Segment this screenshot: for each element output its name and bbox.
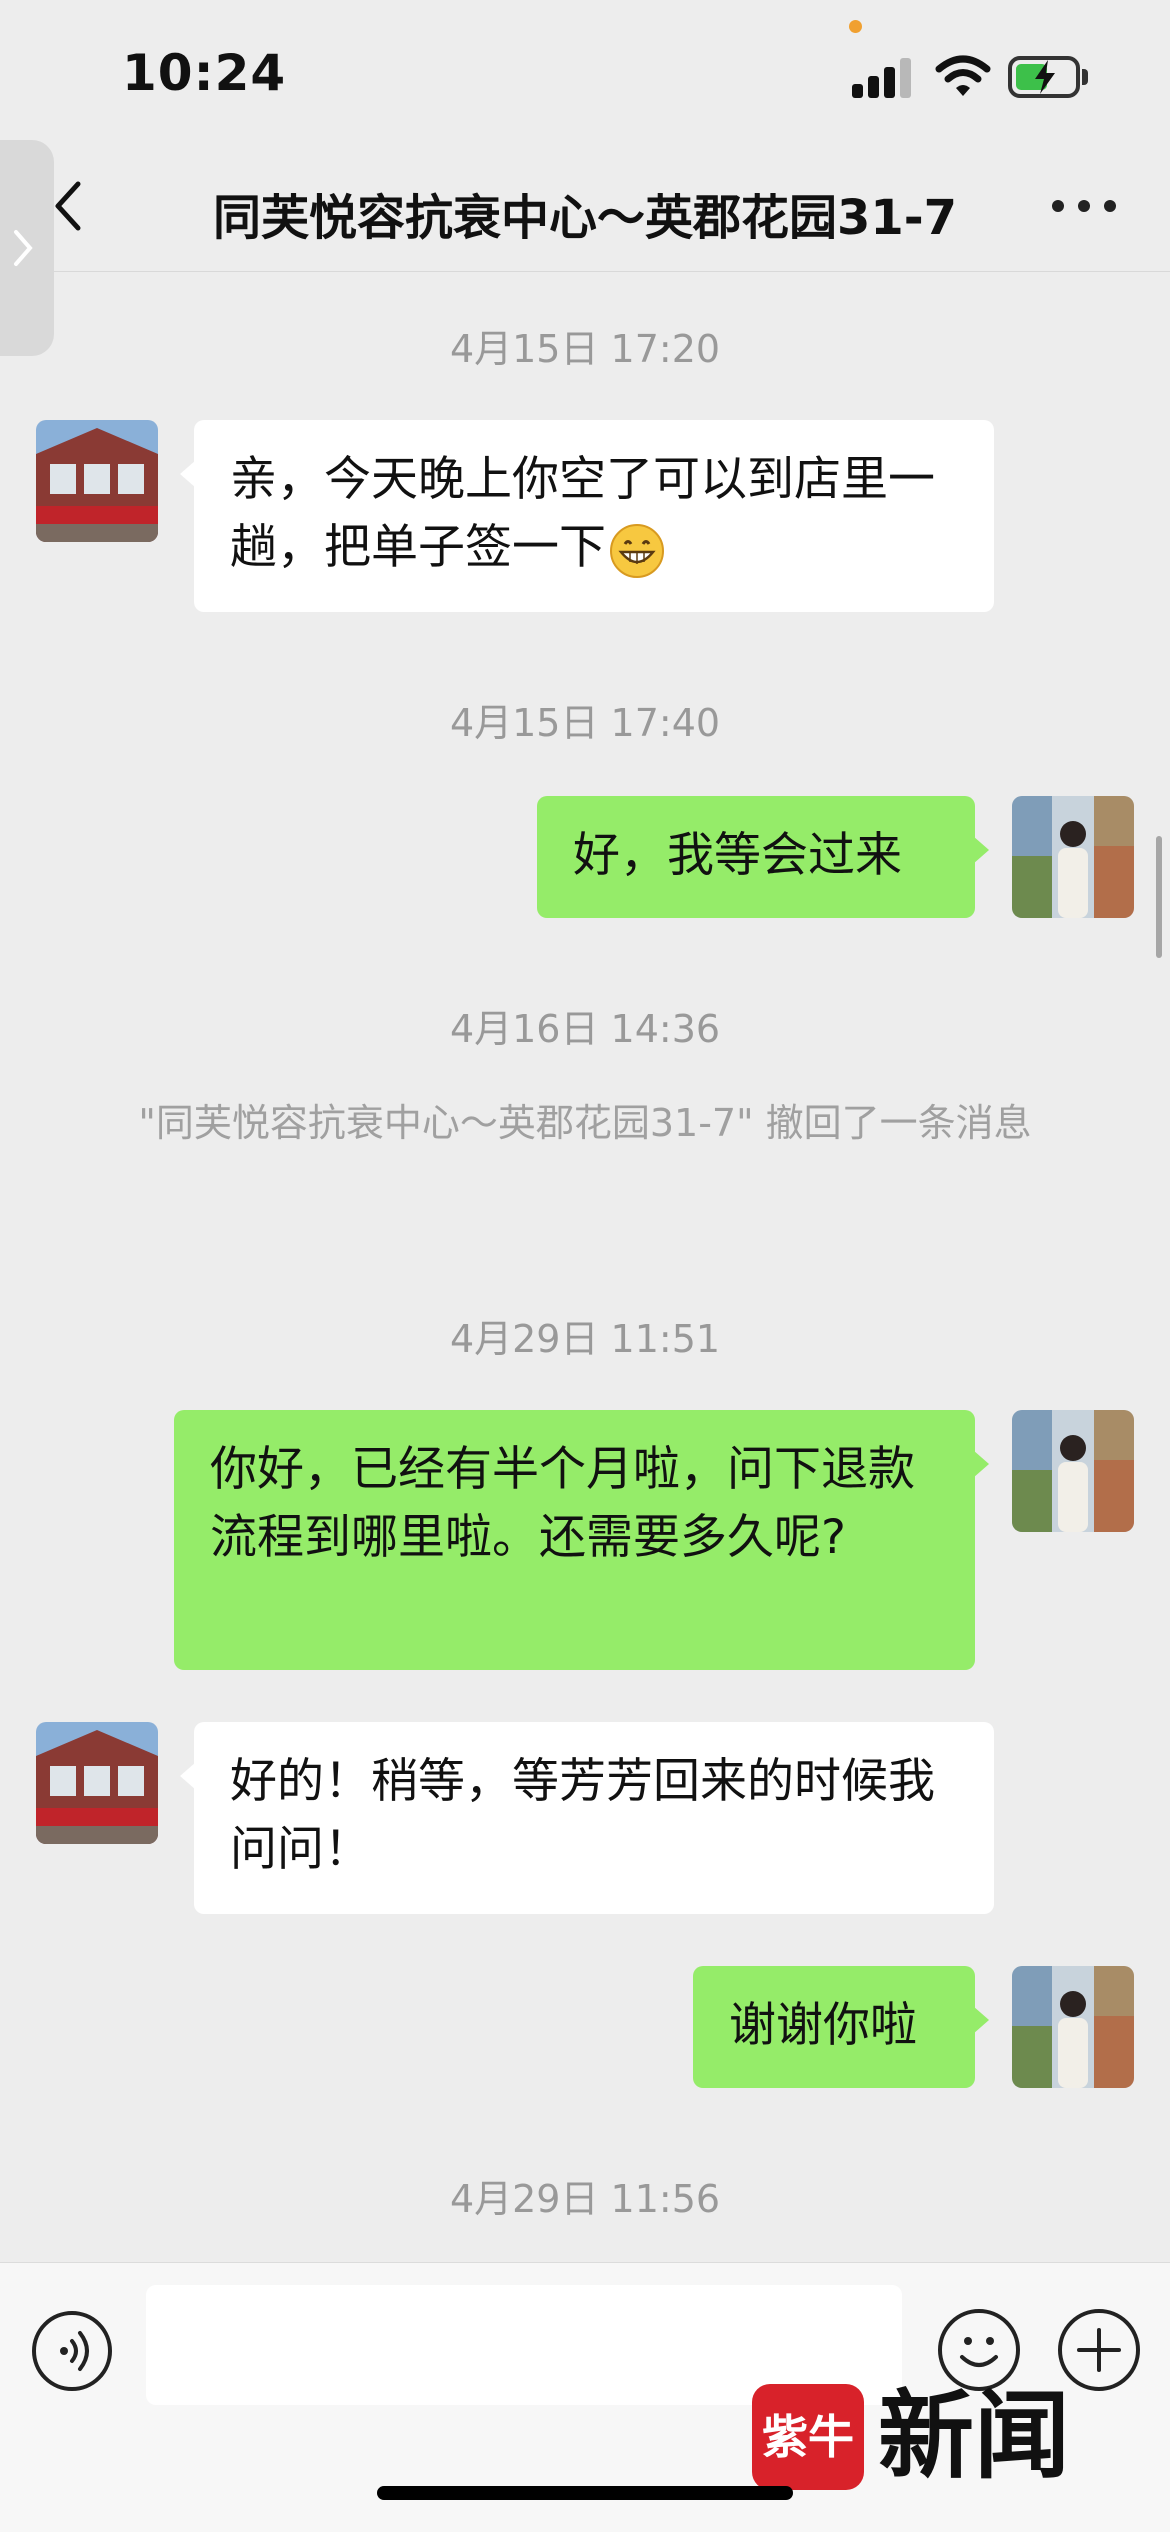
message-text: 谢谢你啦 xyxy=(729,1998,917,2053)
my-avatar[interactable] xyxy=(1012,1410,1134,1532)
outgoing-message-bubble[interactable]: 好，我等会过来 xyxy=(537,796,989,918)
incoming-message-bubble[interactable]: 亲，今天晚上你空了可以到店里一趟，把单子签一下 xyxy=(180,420,994,612)
status-time: 10:24 xyxy=(122,44,287,102)
news-watermark: 紫牛 新闻 xyxy=(752,2378,1092,2494)
battery-icon xyxy=(1008,56,1088,98)
cellular-signal-icon xyxy=(852,58,914,98)
message-text: 好，我等会过来 xyxy=(573,828,902,883)
my-avatar[interactable] xyxy=(1012,796,1134,918)
recall-notice: "同芙悦容抗衰中心～英郡花园31-7" 撤回了一条消息 xyxy=(138,1101,1032,1145)
status-bar: 10:24 xyxy=(0,0,1170,150)
voice-icon[interactable] xyxy=(32,2311,112,2391)
chevron-left-icon[interactable] xyxy=(48,176,88,236)
message-text: 亲，今天晚上你空了可以到店里一趟，把单子签一下 xyxy=(230,452,935,575)
timestamp: 4月15日 17:20 xyxy=(449,327,721,371)
timestamp: 4月29日 11:56 xyxy=(449,2177,721,2221)
mic-indicator-dot xyxy=(849,20,862,33)
watermark-text: 新闻 xyxy=(878,2379,1070,2492)
scrollbar[interactable] xyxy=(1156,836,1162,958)
chat-header: 同芙悦容抗衰中心～英郡花园31-7 xyxy=(0,150,1170,272)
message-text: 你好，已经有半个月啦，问下退款流程到哪里啦。还需要多久呢? xyxy=(210,1442,915,1565)
timestamp: 4月15日 17:40 xyxy=(449,701,721,745)
more-dots-icon[interactable] xyxy=(1052,198,1116,218)
outgoing-message-bubble[interactable]: 你好，已经有半个月啦，问下退款流程到哪里啦。还需要多久呢? xyxy=(174,1410,989,1670)
my-avatar[interactable] xyxy=(1012,1966,1134,2088)
contact-avatar[interactable] xyxy=(36,1722,158,1844)
home-indicator xyxy=(377,2486,793,2500)
grinning-face-emoji-icon xyxy=(610,523,664,578)
outgoing-message-bubble[interactable]: 谢谢你啦 xyxy=(693,1966,989,2088)
wifi-icon xyxy=(935,55,991,96)
incoming-message-bubble[interactable]: 好的！稍等，等芳芳回来的时候我问问！ xyxy=(180,1722,994,1914)
chat-title: 同芙悦容抗衰中心～英郡花园31-7 xyxy=(212,190,958,246)
watermark-logo: 紫牛 xyxy=(752,2384,864,2490)
contact-avatar[interactable] xyxy=(36,420,158,542)
timestamp: 4月29日 11:51 xyxy=(449,1317,721,1361)
message-text: 好的！稍等，等芳芳回来的时候我问问！ xyxy=(230,1754,935,1877)
timestamp: 4月16日 14:36 xyxy=(449,1007,721,1051)
